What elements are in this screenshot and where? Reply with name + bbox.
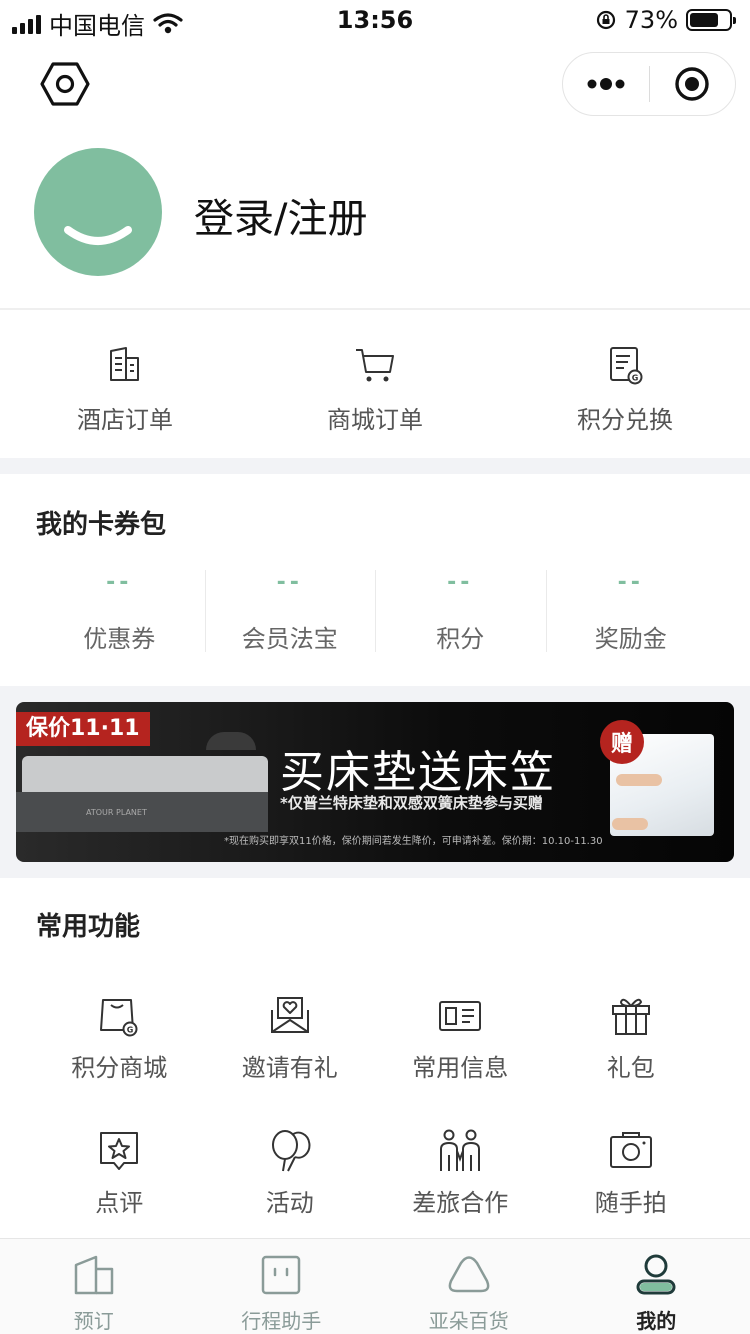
functions-title: 常用功能 [36,912,141,942]
lamp-illustration [206,732,256,750]
svg-text:G: G [632,374,639,383]
login-register-link[interactable]: 登录/注册 [194,186,367,244]
invite-envelope-icon [270,997,309,1033]
balloon-icon [271,1130,311,1172]
more-button[interactable] [563,53,649,115]
wallet-value: -- [447,570,474,595]
trip-assistant-icon [262,1255,301,1295]
review-star-icon [100,1132,139,1170]
function-label: 邀请有礼 [241,1054,338,1082]
review-button[interactable]: 点评 [34,1129,205,1218]
battery-icon [686,9,736,31]
profile-icon [636,1254,676,1295]
gift-badge: 赠 [600,720,644,764]
order-label: 积分兑换 [577,406,673,434]
profile-header: 登录/注册 [0,140,750,310]
wallet-item-reward[interactable]: -- 奖励金 [545,570,717,654]
wallet-value: -- [106,570,133,595]
points-mall-button[interactable]: G 积分商城 [34,994,205,1083]
function-label: 积分商城 [71,1054,168,1082]
info-card-icon [439,1001,482,1031]
function-label: 点评 [95,1189,144,1217]
more-dots-icon [587,78,625,90]
mall-order-button[interactable]: 商城订单 [250,310,500,458]
booking-icon [74,1255,113,1295]
wallet-label: 会员法宝 [241,625,338,653]
snapshot-button[interactable]: 随手拍 [546,1129,717,1218]
status-right: 73% [595,6,736,34]
banner-title: 买床垫送床笠 [280,747,556,798]
tab-bar: 预订 行程助手 亚朵百货 我的 [0,1238,750,1334]
function-label: 常用信息 [412,1054,509,1082]
rotation-lock-icon [596,10,615,30]
banner-tag: 保价11·11 [16,712,150,746]
common-functions: 常用功能 G 积分商城 邀请有礼 常用信息 礼包 点评 活动 差旅合作 随手拍 [0,878,750,1238]
smile-icon [64,226,132,245]
function-label: 礼包 [606,1054,655,1082]
hotel-order-icon [110,347,139,381]
section-gap [0,458,750,474]
tab-label: 亚朵百货 [428,1309,509,1333]
activity-button[interactable]: 活动 [205,1129,376,1218]
order-label: 商城订单 [327,406,423,434]
tab-trip-assistant[interactable]: 行程助手 [188,1239,376,1334]
wallet-item-points[interactable]: -- 积分 [375,570,546,654]
function-label: 随手拍 [594,1189,667,1217]
tab-booking[interactable]: 预订 [0,1239,188,1334]
status-bar: 中国电信 13:56 73% [0,0,750,42]
hotel-order-button[interactable]: 酒店订单 [0,310,250,458]
settings-button[interactable] [38,60,92,108]
wallet-label: 奖励金 [594,625,667,653]
invite-button[interactable]: 邀请有礼 [205,994,376,1083]
points-exchange-icon: G [610,347,643,385]
tab-store[interactable]: 亚朵百货 [375,1239,563,1334]
banner-note: *现在购买即享双11价格，保价期间若发生降价，可申请补差。保价期：10.10-1… [224,836,603,847]
wallet-title: 我的卡券包 [36,510,167,540]
battery-percent: 73% [624,6,678,34]
mattress-brand: ATOUR PLANET [86,808,147,817]
wallet-value: -- [276,570,303,595]
tab-label: 行程助手 [241,1309,322,1333]
points-mall-icon: G [100,999,138,1037]
function-grid: G 积分商城 邀请有礼 常用信息 礼包 点评 活动 差旅合作 随手拍 [34,994,716,1218]
tab-mine[interactable]: 我的 [563,1239,750,1334]
tab-label: 我的 [636,1309,677,1333]
order-label: 酒店订单 [77,406,173,434]
business-travel-button[interactable]: 差旅合作 [375,1129,546,1218]
wallet-items: -- 优惠券 -- 会员法宝 -- 积分 -- 奖励金 [34,570,716,654]
wallet-label: 积分 [436,625,485,653]
target-close-icon [675,67,709,101]
common-info-button[interactable]: 常用信息 [375,994,546,1083]
store-icon [448,1256,490,1293]
gift-pack-button[interactable]: 礼包 [546,994,717,1083]
function-label: 差旅合作 [412,1189,509,1217]
hexagon-settings-icon [40,62,90,106]
close-button[interactable] [650,53,736,115]
avatar[interactable] [34,148,162,276]
gift-box-icon [611,998,650,1035]
wallet-value: -- [617,570,644,595]
wallet-card: 我的卡券包 -- 优惠券 -- 会员法宝 -- 积分 -- 奖励金 [0,474,750,686]
wallet-item-member-perks[interactable]: -- 会员法宝 [204,570,376,654]
promo-banner[interactable]: 保价11·11 ATOUR PLANET 买床垫送床笠 *仅普兰特床垫和双感双簧… [16,702,734,862]
svg-text:G: G [127,1026,134,1035]
function-label: 活动 [265,1189,314,1217]
order-shortcuts: 酒店订单 商城订单 G 积分兑换 [0,310,750,458]
mattress-illustration: ATOUR PLANET [16,756,268,838]
cart-icon [356,349,394,382]
tab-label: 预订 [73,1309,114,1333]
people-icon [440,1129,481,1171]
banner-subtitle: *仅普兰特床垫和双感双簧床垫参与买赠 [280,794,543,812]
wallet-item-coupon[interactable]: -- 优惠券 [34,570,205,654]
wallet-label: 优惠券 [83,625,156,653]
points-exchange-button[interactable]: G 积分兑换 [500,310,750,458]
miniprogram-capsule [562,52,736,116]
camera-icon [609,1132,652,1168]
